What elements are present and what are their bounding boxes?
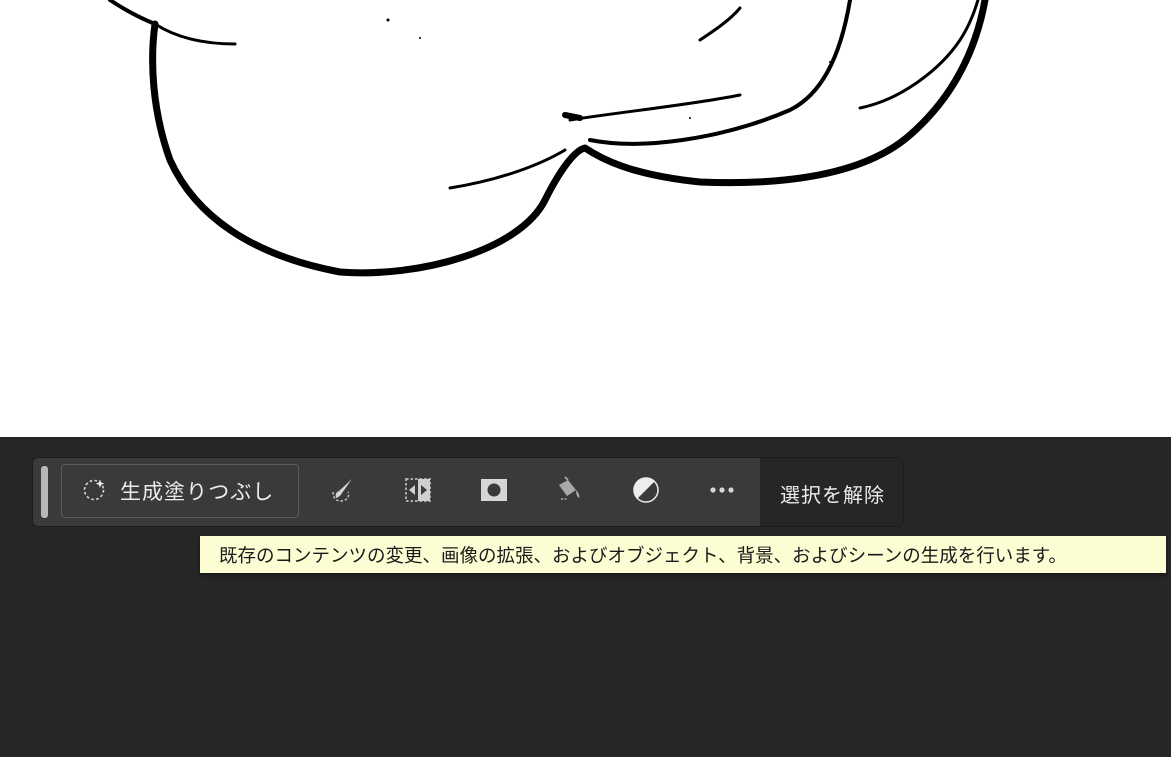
fill-bucket-button[interactable] bbox=[545, 468, 593, 516]
line-art-drawing bbox=[108, 0, 989, 277]
generative-fill-button[interactable]: 生成塗りつぶし bbox=[61, 464, 299, 518]
adjustment-layer-icon bbox=[632, 476, 660, 508]
transform-selection-button[interactable] bbox=[394, 468, 442, 516]
deselect-button[interactable]: 選択を解除 bbox=[760, 458, 903, 526]
layer-mask-button[interactable] bbox=[470, 468, 518, 516]
deselect-label: 選択を解除 bbox=[780, 482, 885, 507]
transform-selection-icon bbox=[404, 476, 432, 508]
brush-select-icon bbox=[328, 476, 356, 508]
fill-bucket-icon bbox=[555, 476, 583, 508]
document-canvas[interactable] bbox=[0, 0, 1171, 437]
contextual-taskbar: 生成塗りつぶし 選択を解除 bbox=[32, 457, 904, 527]
brush-select-button[interactable] bbox=[318, 468, 366, 516]
sparkle-selection-icon bbox=[82, 476, 108, 506]
more-options-button[interactable] bbox=[698, 468, 746, 516]
tooltip-text: 既存のコンテンツの変更、画像の拡張、およびオブジェクト、背景、およびシーンの生成… bbox=[219, 545, 1067, 567]
generative-fill-tooltip: 既存のコンテンツの変更、画像の拡張、およびオブジェクト、背景、およびシーンの生成… bbox=[200, 536, 1166, 573]
adjustment-layer-button[interactable] bbox=[622, 468, 670, 516]
more-options-icon bbox=[708, 476, 736, 508]
taskbar-drag-handle[interactable] bbox=[41, 466, 48, 518]
generative-fill-label: 生成塗りつぶし bbox=[120, 480, 275, 504]
layer-mask-icon bbox=[480, 476, 508, 508]
